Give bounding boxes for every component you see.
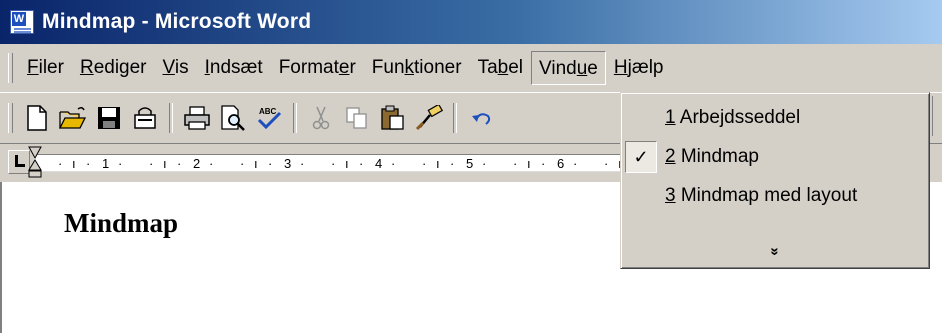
menu-bar: Filer Rediger Vis Indsæt Formater Funktioner T… xyxy=(0,46,942,90)
toolbar-separator xyxy=(169,103,173,133)
ruler-tick: · xyxy=(604,156,609,171)
ruler-tick: · xyxy=(573,156,578,171)
save-button[interactable] xyxy=(94,102,124,134)
ruler-tick: · xyxy=(391,156,396,171)
ruler-tick: · xyxy=(118,156,123,171)
window-menu-item-2[interactable]: ✓ 2 Mindmap xyxy=(621,138,929,176)
ruler-tick: · xyxy=(86,156,91,171)
print-preview-button[interactable] xyxy=(218,102,248,134)
copy-icon xyxy=(346,107,367,129)
ruler-tick: · xyxy=(268,156,273,171)
document-heading: Mindmap xyxy=(64,208,179,238)
expand-menu-chevron-icon[interactable]: » xyxy=(621,237,929,265)
menu-formater[interactable]: Formater xyxy=(271,51,364,85)
menu-rediger[interactable]: Rediger xyxy=(72,51,155,85)
ruler-tick: ı xyxy=(163,156,167,171)
ruler-number: 4 xyxy=(375,156,383,171)
undo-button[interactable] xyxy=(466,102,496,134)
menu-vindue[interactable]: Vindue xyxy=(531,51,606,85)
ruler-tick: ı xyxy=(72,156,76,171)
print-button[interactable] xyxy=(182,102,212,134)
window-menu-dropdown: 1 Arbejdsseddel ✓ 2 Mindmap 3 Mindmap me… xyxy=(620,92,930,269)
toolbar-separator xyxy=(453,103,457,133)
menu-filer[interactable]: Filer xyxy=(19,51,72,85)
spelling-icon: ABC xyxy=(257,107,282,130)
menu-funktioner[interactable]: Funktioner xyxy=(364,51,470,85)
save-icon xyxy=(98,107,120,129)
print-icon xyxy=(184,106,210,130)
checkmark-icon: ✓ xyxy=(625,141,657,173)
ruler-tick: · xyxy=(541,156,546,171)
window-title: Mindmap - Microsoft Word xyxy=(42,10,312,33)
window-menu-item-3[interactable]: 3 Mindmap med layout xyxy=(621,177,929,215)
ruler-tick: · xyxy=(149,156,154,171)
permission-icon xyxy=(134,107,156,129)
toolbar-separator xyxy=(293,103,297,133)
ruler-tick: · xyxy=(240,156,245,171)
format-painter-button[interactable] xyxy=(414,102,444,134)
new-icon xyxy=(27,105,47,131)
print-preview-icon xyxy=(221,105,245,131)
open-icon xyxy=(59,106,87,129)
ruler-number: 5 xyxy=(466,156,474,171)
title-bar: W Mindmap - Microsoft Word xyxy=(0,0,942,44)
ruler-tick: · xyxy=(450,156,455,171)
svg-text:ABC: ABC xyxy=(259,107,277,116)
copy-button[interactable] xyxy=(342,102,372,134)
paste-icon xyxy=(381,105,404,130)
ruler-number: 3 xyxy=(284,156,292,171)
ruler-number: 2 xyxy=(193,156,201,171)
menu-vis[interactable]: Vis xyxy=(155,51,197,85)
ruler-tick: · xyxy=(482,156,487,171)
ruler-tick: · xyxy=(331,156,336,171)
format-painter-icon xyxy=(415,105,443,131)
menu-hj-lp[interactable]: Hjælp xyxy=(606,51,672,85)
toolbar-grip[interactable] xyxy=(8,103,13,133)
menubar-grip[interactable] xyxy=(8,53,13,83)
ruler-tick: · xyxy=(177,156,182,171)
ruler-tick: · xyxy=(58,156,63,171)
menu-inds-t[interactable]: Indsæt xyxy=(197,51,271,85)
tab-selector[interactable] xyxy=(8,150,30,174)
new-document-button[interactable] xyxy=(22,102,52,134)
ruler-number: 6 xyxy=(557,156,565,171)
ruler-tick: ı xyxy=(345,156,349,171)
ruler-tick: · xyxy=(359,156,364,171)
cut-button[interactable] xyxy=(306,102,336,134)
spelling-button[interactable]: ABC xyxy=(254,102,284,134)
menu-tabel[interactable]: Tabel xyxy=(470,51,531,85)
ruler-number: 1 xyxy=(102,156,110,171)
open-button[interactable] xyxy=(58,102,88,134)
permission-button[interactable] xyxy=(130,102,160,134)
ruler-tick: · xyxy=(209,156,214,171)
ruler-tick: · xyxy=(422,156,427,171)
ruler-tick: ı xyxy=(436,156,440,171)
ruler-tick: ı xyxy=(254,156,258,171)
paste-button[interactable] xyxy=(378,102,408,134)
ruler-tick: · xyxy=(513,156,518,171)
word-icon[interactable]: W xyxy=(10,10,34,34)
ruler-tick: ı xyxy=(527,156,531,171)
cut-icon xyxy=(312,106,330,130)
ruler-tick: · xyxy=(300,156,305,171)
window-menu-item-1[interactable]: 1 Arbejdsseddel xyxy=(621,99,929,137)
undo-icon xyxy=(472,113,491,125)
indent-marker-icon[interactable] xyxy=(28,146,42,178)
